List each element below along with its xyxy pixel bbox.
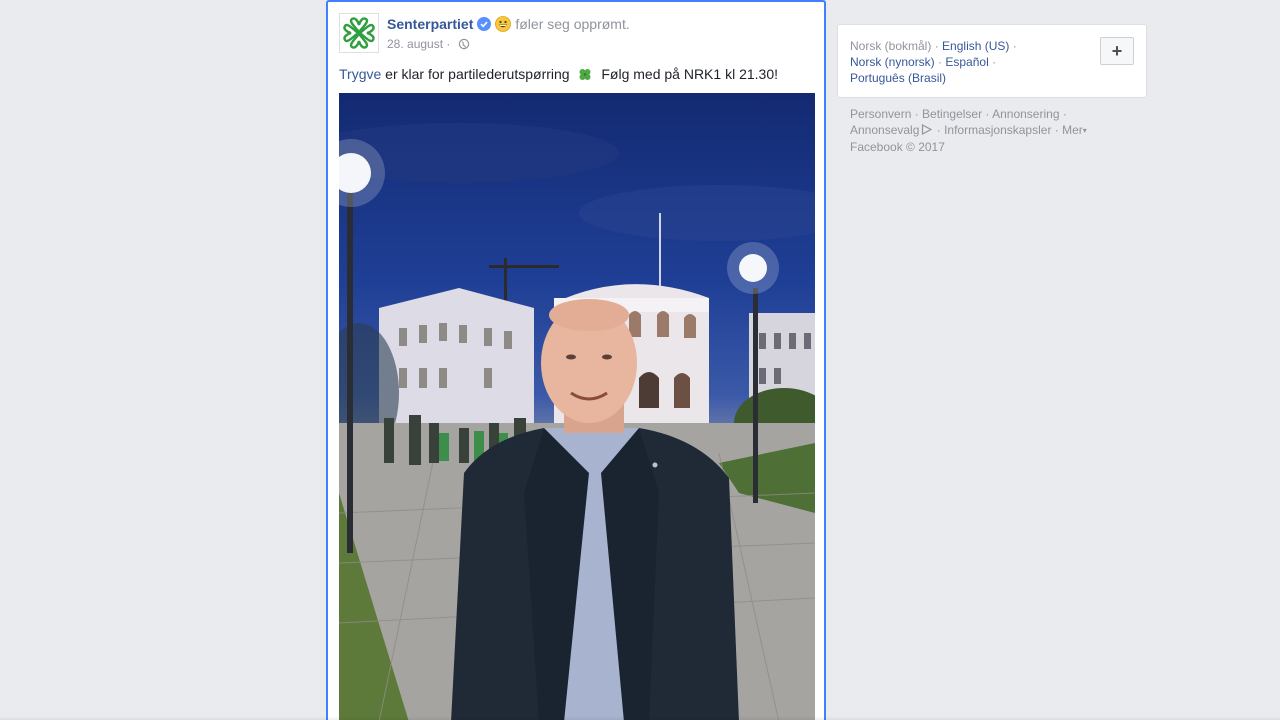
- feeling-text: føler seg opprømt.: [515, 16, 630, 32]
- footer-link-advertising[interactable]: Annonsering: [992, 107, 1059, 121]
- copyright-text: Facebook © 2017: [850, 140, 945, 154]
- photo-illustration: [339, 123, 815, 720]
- four-leaf-clover-emoji-icon: [577, 67, 593, 83]
- globe-icon[interactable]: [458, 38, 470, 50]
- separator: ·: [992, 55, 997, 69]
- post-message-text: er klar for partilederutspørring: [381, 66, 574, 82]
- grinning-emoji-icon: [495, 16, 512, 32]
- language-link-portuguese[interactable]: Português (Brasil): [850, 71, 946, 85]
- page-name-link[interactable]: Senterpartiet: [387, 15, 473, 33]
- language-selector-card: Norsk (bokmål) · English (US) · Norsk (n…: [837, 24, 1147, 98]
- post-header-line: Senterpartiet føler seg opprømt.: [387, 15, 813, 33]
- post-message-text-end: Følg med på NRK1 kl 21.30!: [597, 66, 778, 82]
- post-date-link[interactable]: 28. august: [387, 37, 443, 51]
- post-header-text: Senterpartiet føler seg opprømt. 28. aug…: [387, 15, 813, 51]
- separator: ·: [1012, 39, 1017, 53]
- footer-link-privacy[interactable]: Personvern: [850, 107, 911, 121]
- footer-link-terms[interactable]: Betingelser: [922, 107, 982, 121]
- language-link-english[interactable]: English (US): [942, 39, 1009, 53]
- post-card: Senterpartiet føler seg opprømt. 28. aug…: [326, 0, 826, 720]
- add-language-button[interactable]: +: [1100, 37, 1134, 65]
- language-current: Norsk (bokmål): [850, 39, 932, 53]
- post-meta: 28. august ·: [387, 37, 813, 51]
- bottom-edge-shadow: [0, 716, 1280, 720]
- post-header: Senterpartiet føler seg opprømt. 28. aug…: [339, 13, 813, 55]
- meta-separator: ·: [443, 37, 454, 51]
- caret-down-icon[interactable]: ▾: [1083, 126, 1087, 135]
- language-link-nynorsk[interactable]: Norsk (nynorsk): [850, 55, 935, 69]
- adchoices-icon[interactable]: [921, 123, 933, 135]
- page-avatar[interactable]: [339, 13, 379, 53]
- language-link-spanish[interactable]: Español: [945, 55, 988, 69]
- post-photo[interactable]: [339, 93, 815, 720]
- footer-links: Personvern · Betingelser · Annonsering ·…: [850, 107, 1087, 154]
- verified-badge-icon: [477, 17, 492, 31]
- clover-logo-icon: [343, 17, 375, 49]
- footer-link-cookies[interactable]: Informasjonskapsler: [944, 123, 1051, 137]
- mention-link[interactable]: Trygve: [339, 65, 381, 84]
- footer-link-more[interactable]: Mer: [1062, 123, 1083, 137]
- separator: ·: [934, 39, 943, 53]
- language-list: Norsk (bokmål) · English (US) · Norsk (n…: [850, 38, 1080, 86]
- footer-link-adchoices[interactable]: Annonsevalg: [850, 123, 919, 137]
- post-message: Trygve er klar for partilederutspørring …: [339, 65, 813, 84]
